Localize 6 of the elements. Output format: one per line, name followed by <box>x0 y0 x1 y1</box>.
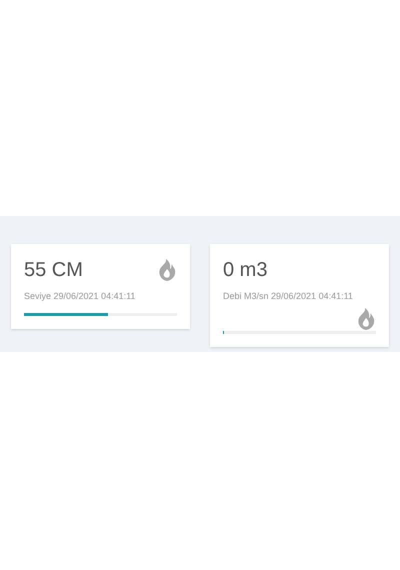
stat-value: 0 m3 <box>223 258 268 282</box>
stat-caption: Debi M3/sn 29/06/2021 04:41:11 <box>223 290 353 303</box>
stat-caption: Seviye 29/06/2021 04:41:11 <box>24 290 136 303</box>
stat-value: 55 CM <box>24 258 84 282</box>
flame-icon <box>356 308 376 330</box>
flame-icon <box>157 259 177 281</box>
